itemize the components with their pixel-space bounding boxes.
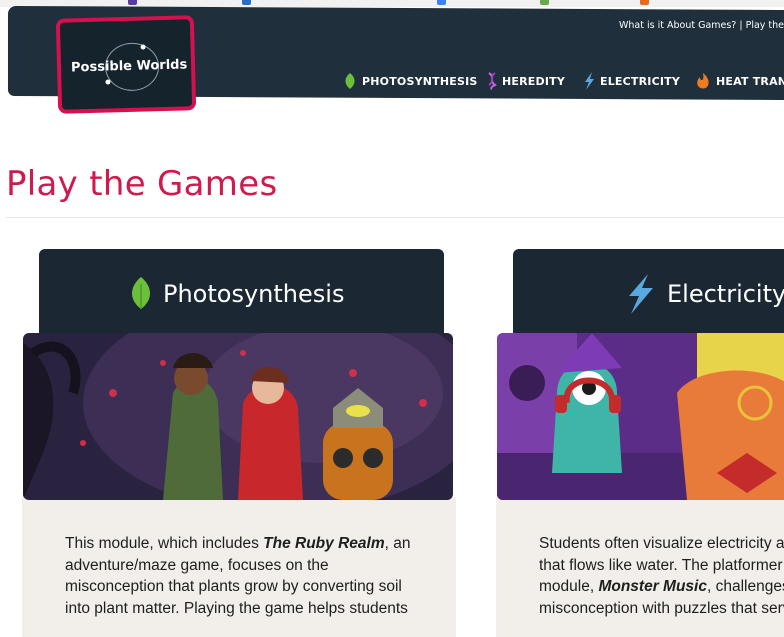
nav-item-heredity[interactable]: HEREDITY [487, 72, 565, 90]
text-line: misconception with puzzles that serv [539, 599, 784, 617]
nav-item-photosynthesis[interactable]: PHOTOSYNTHESIS [343, 72, 478, 90]
nav-item-label: HEAT TRANS [716, 74, 784, 88]
leaf-icon [345, 73, 355, 89]
card-title: Photosynthesis [163, 280, 345, 308]
logo-text: Possible Worlds [70, 57, 188, 76]
site-logo[interactable]: Possible Worlds [55, 15, 197, 114]
divider [6, 217, 784, 218]
monster-music-illustration[interactable] [497, 333, 784, 500]
nav-item-heat-transfer[interactable]: HEAT TRANS [695, 72, 784, 90]
flame-icon [697, 73, 709, 89]
bookmark-icon[interactable] [640, 0, 649, 5]
lightning-icon [585, 72, 594, 90]
text-line: adventure/maze game, focuses on the [65, 556, 329, 574]
game-name: Monster Music [598, 578, 707, 595]
dna-icon [488, 72, 497, 90]
nav-item-electricity[interactable]: ELECTRICITY [583, 72, 680, 90]
card-title: Electricity [667, 280, 784, 308]
lightning-icon [629, 274, 653, 314]
nav-item-label: HEREDITY [502, 74, 565, 88]
page-title: Play the Games [6, 164, 278, 204]
text-line: misconception that plants grow by conver… [65, 578, 402, 595]
game-name: The Ruby Realm [263, 535, 385, 552]
nav-item-label: PHOTOSYNTHESIS [362, 74, 478, 88]
card-description: This module, which includes The Ruby Rea… [65, 533, 410, 619]
bookmark-icon[interactable] [540, 0, 549, 5]
logo-planet-dot [140, 44, 146, 50]
bookmark-icon[interactable] [128, 0, 137, 5]
text-line: Students often visualize electricity as [539, 535, 784, 552]
top-links[interactable]: What is it About Games? | Play the G [619, 20, 784, 31]
ruby-realm-illustration[interactable] [23, 333, 453, 500]
logo-planet-dot [105, 79, 111, 85]
text-fragment: module, [539, 578, 599, 595]
text-line: that flows like water. The platformer [539, 556, 783, 574]
bookmark-icon[interactable] [242, 0, 251, 5]
nav-item-label: ELECTRICITY [600, 74, 681, 88]
text-fragment: This module, which includes [65, 535, 264, 552]
card-description: Students often visualize electricity as … [539, 533, 784, 619]
leaf-icon [132, 277, 150, 309]
text-fragment: , challenges [706, 578, 784, 595]
text-line: into plant matter. Playing the game help… [65, 599, 408, 617]
text-fragment: , an [384, 535, 411, 552]
bookmark-icon[interactable] [437, 0, 446, 5]
